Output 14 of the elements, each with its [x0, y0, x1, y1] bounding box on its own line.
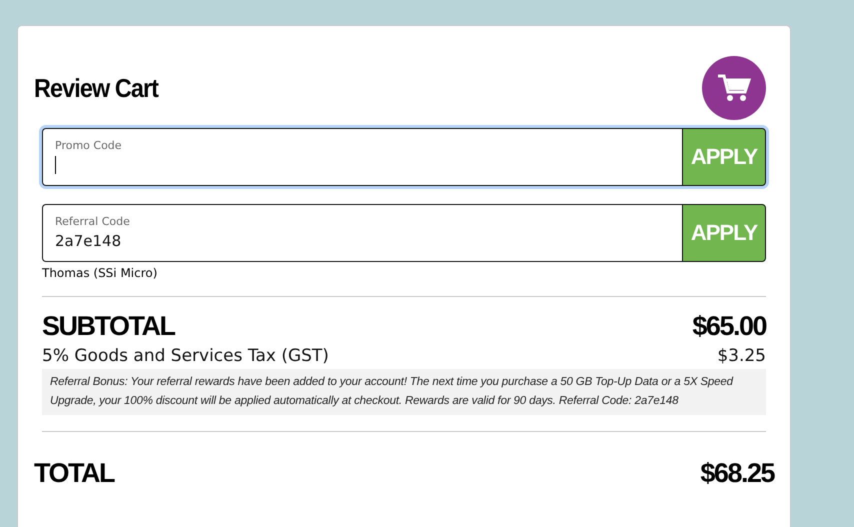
page-title: Review Cart — [34, 72, 158, 104]
referrer-name: Thomas (SSi Micro) — [42, 266, 158, 280]
code-input-field[interactable]: Referral Code 2a7e148 — [42, 204, 682, 262]
total-label: TOTAL — [34, 458, 114, 489]
tax-label: 5% Goods and Services Tax (GST) — [42, 346, 329, 366]
code-input-field[interactable]: Promo Code — [42, 128, 682, 186]
cart-icon — [717, 73, 751, 103]
tax-amount: $3.25 — [717, 346, 766, 366]
field-label: Referral Code — [55, 215, 131, 228]
subtotal-amount: $65.00 — [692, 311, 766, 342]
referral-notice: Referral Bonus: Your referral rewards have been added to your account! The next time you purchase a 50 GB Top-Up Data or a 5X Speed Upgrade, your 100% discount will be applied automatically at checkout. Rewards are valid for 90 days. Referral Code: 2a7e148 — [42, 369, 766, 415]
total-amount: $68.25 — [700, 458, 774, 489]
field-label: Promo Code — [55, 139, 123, 152]
subtotal-label: SUBTOTAL — [42, 311, 174, 342]
